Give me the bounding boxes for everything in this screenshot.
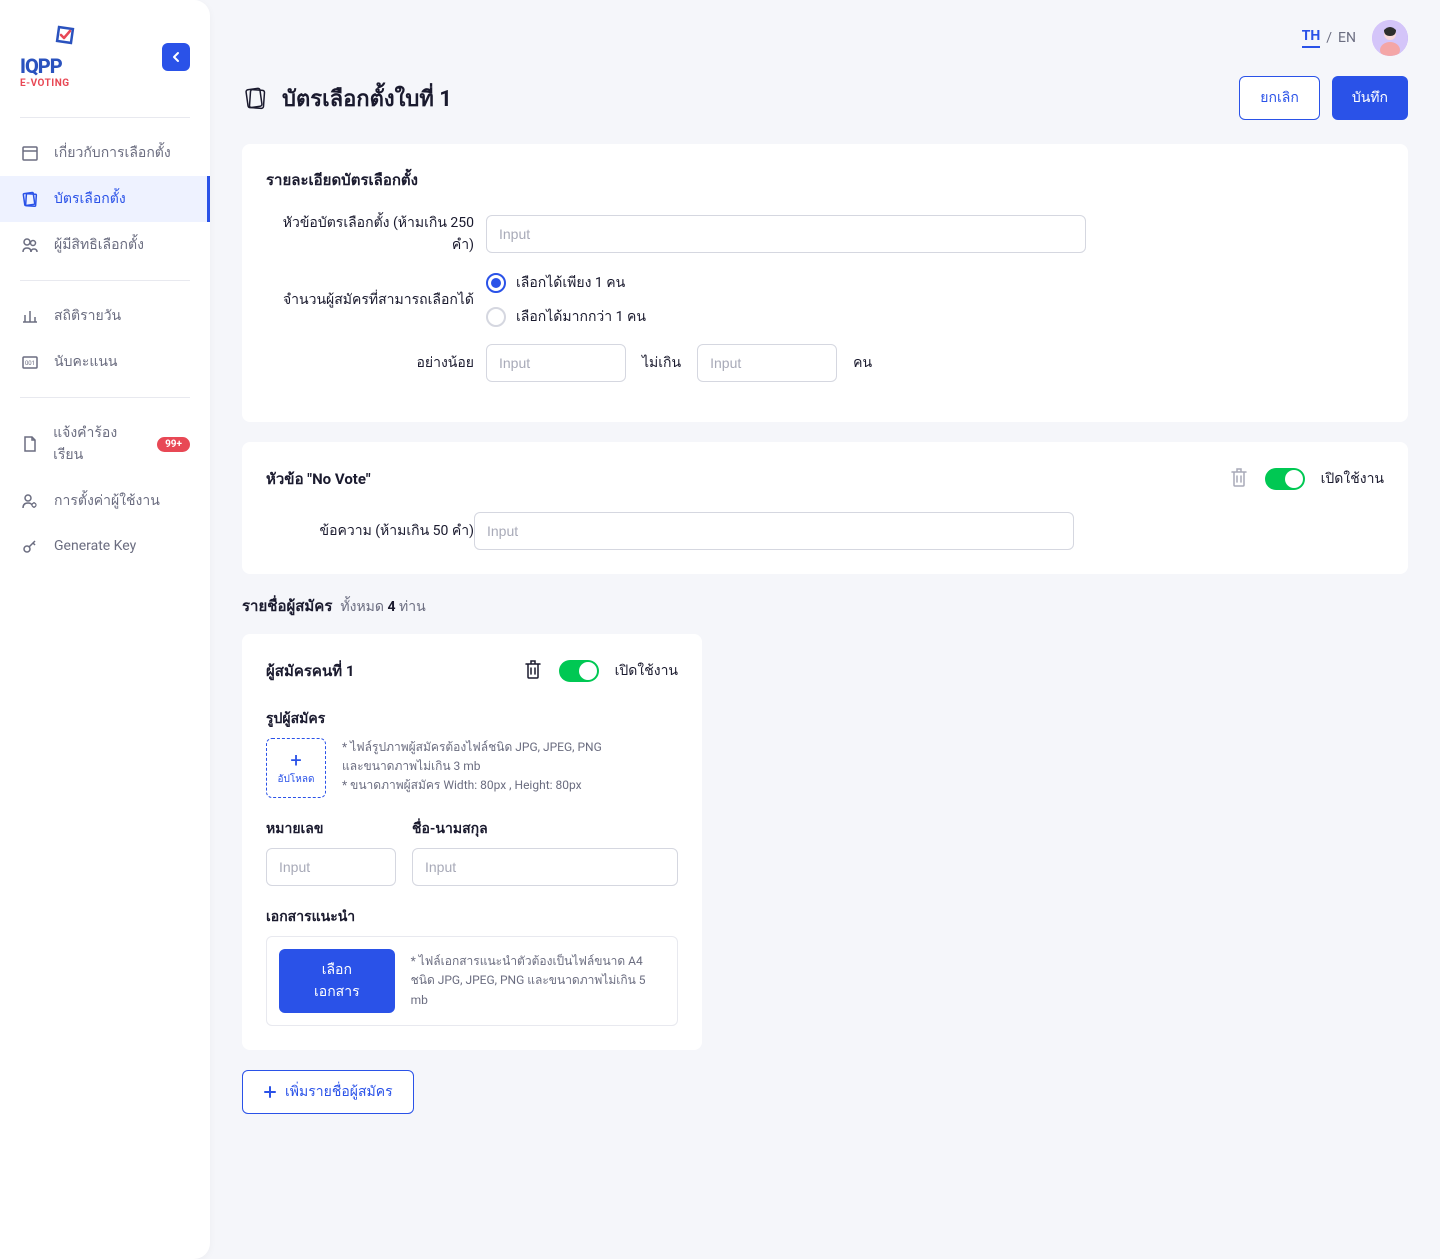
document-icon [20, 434, 39, 454]
plus-icon: + [290, 750, 301, 770]
total-label: ทั้งหมด [340, 599, 384, 615]
users-icon [20, 235, 40, 255]
total-count: 4 [388, 599, 396, 615]
nav-about[interactable]: เกี่ยวกับการเลือกตั้ง [0, 130, 210, 176]
svg-text:001: 001 [25, 360, 35, 367]
nav-label: Generate Key [54, 538, 136, 554]
collapse-sidebar-button[interactable] [162, 43, 190, 71]
trash-icon [523, 658, 543, 680]
candidate-toggle-label: เปิดใช้งาน [615, 660, 678, 682]
candidates-section-header: รายชื่อผู้สมัคร ทั้งหมด 4 ท่าน [242, 594, 1408, 618]
key-icon [20, 536, 40, 556]
page-title: บัตรเลือกตั้งใบที่ 1 [242, 81, 452, 116]
novote-message-label: ข้อความ (ห้ามเกิน 50 คำ) [266, 520, 474, 542]
photo-hints: * ไฟล์รูปภาพผู้สมัครต้องไฟล์ชนิด JPG, JP… [342, 738, 602, 796]
nav-count[interactable]: 001 นับคะแนน [0, 339, 210, 385]
at-most-label: ไม่เกิน [642, 352, 681, 374]
scoreboard-icon: 001 [20, 352, 40, 372]
nav-daily-stats[interactable]: สถิติรายวัน [0, 293, 210, 339]
doc-hints: * ไฟล์เอกสารแนะนำตัวต้องเป็นไฟล์ขนาด A4 … [411, 952, 665, 1010]
radio-icon [486, 307, 506, 327]
topbar: TH / EN [242, 20, 1408, 56]
candidates-title: รายชื่อผู้สมัคร [242, 594, 332, 618]
at-least-label: อย่างน้อย [266, 352, 486, 374]
chevron-left-icon [171, 51, 181, 63]
avatar[interactable] [1372, 20, 1408, 56]
total-unit: ท่าน [399, 599, 426, 615]
radio-label: เลือกได้เพียง 1 คน [516, 272, 625, 294]
delete-candidate-button[interactable] [523, 658, 543, 684]
unit-label: คน [853, 352, 872, 374]
candidate-number-input[interactable] [266, 848, 396, 886]
ballot-details-card: รายละเอียดบัตรเลือกตั้ง หัวข้อบัตรเลือกต… [242, 144, 1408, 422]
nav-complaint[interactable]: แจ้งคำร้องเรียน 99+ [0, 410, 210, 478]
logo: IQPP E-VOTING [20, 24, 76, 89]
candidate-count-label: จำนวนผู้สมัครที่สามารถเลือกได้ [266, 289, 486, 311]
nav-label: นับคะแนน [54, 351, 118, 373]
name-label: ชื่อ-นามสกุล [412, 818, 678, 840]
upload-label: อัปโหลด [278, 772, 315, 787]
novote-toggle[interactable] [1265, 468, 1305, 490]
logo-text: IQPP [20, 54, 62, 78]
language-switcher: TH / EN [1302, 28, 1356, 48]
nav-label: สถิติรายวัน [54, 305, 121, 327]
nav-ballot[interactable]: บัตรเลือกตั้ง [0, 176, 210, 222]
candidate-name-input[interactable] [412, 848, 678, 886]
nav-voters[interactable]: ผู้มีสิทธิเลือกตั้ง [0, 222, 210, 268]
novote-message-input[interactable] [474, 512, 1074, 550]
photo-label: รูปผู้สมัคร [266, 708, 678, 730]
plus-icon [263, 1085, 277, 1099]
ballot-icon [20, 189, 40, 209]
logo-subtext: E-VOTING [20, 78, 70, 89]
section-title: รายละเอียดบัตรเลือกตั้ง [266, 168, 1384, 192]
main-content: TH / EN บัตรเลือกตั้งใบที่ 1 [210, 0, 1440, 1259]
nav-label: แจ้งคำร้องเรียน [53, 422, 143, 466]
user-gear-icon [20, 491, 40, 511]
nav-generate-key[interactable]: Generate Key [0, 524, 210, 568]
nav-label: การตั้งค่าผู้ใช้งาน [54, 490, 160, 512]
number-label: หมายเลข [266, 818, 396, 840]
lang-th[interactable]: TH [1302, 28, 1321, 48]
ballot-title-label: หัวข้อบัตรเลือกตั้ง (ห้ามเกิน 250 คำ) [266, 212, 486, 256]
nav-label: บัตรเลือกตั้ง [54, 188, 126, 210]
radio-label: เลือกได้มากกว่า 1 คน [516, 306, 646, 328]
logo-icon [20, 24, 76, 54]
avatar-icon [1372, 20, 1408, 56]
nav-label: ผู้มีสิทธิเลือกตั้ง [54, 234, 144, 256]
trash-icon [1229, 466, 1249, 488]
novote-toggle-label: เปิดใช้งาน [1321, 468, 1384, 490]
lang-sep: / [1326, 30, 1332, 46]
candidate-card: ผู้สมัครคนที่ 1 เปิดใช้งาน รูปผู้สมัคร +… [242, 634, 702, 1050]
ballot-title-input[interactable] [486, 215, 1086, 253]
max-candidates-input[interactable] [697, 344, 837, 382]
save-button[interactable]: บันทึก [1332, 76, 1408, 120]
candidate-title: ผู้สมัครคนที่ 1 [266, 659, 354, 683]
complaint-badge: 99+ [157, 437, 190, 452]
nav-label: เกี่ยวกับการเลือกตั้ง [54, 142, 171, 164]
nav-settings[interactable]: การตั้งค่าผู้ใช้งาน [0, 478, 210, 524]
no-vote-card: หัวข้อ "No Vote" เปิดใช้งาน ข้อความ (ห้า… [242, 442, 1408, 574]
doc-label: เอกสารแนะนำ [266, 906, 678, 928]
chart-icon [20, 306, 40, 326]
novote-section-title: หัวข้อ "No Vote" [266, 467, 371, 491]
cancel-button[interactable]: ยกเลิก [1239, 76, 1320, 120]
ballot-icon [242, 84, 270, 112]
lang-en[interactable]: EN [1338, 30, 1356, 46]
candidate-toggle[interactable] [559, 660, 599, 682]
calendar-icon [20, 143, 40, 163]
radio-select-one[interactable]: เลือกได้เพียง 1 คน [486, 272, 1086, 294]
min-candidates-input[interactable] [486, 344, 626, 382]
radio-icon [486, 273, 506, 293]
radio-select-many[interactable]: เลือกได้มากกว่า 1 คน [486, 306, 1086, 328]
choose-document-button[interactable]: เลือกเอกสาร [279, 949, 395, 1013]
delete-novote-button[interactable] [1229, 466, 1249, 492]
upload-photo-button[interactable]: + อัปโหลด [266, 738, 326, 798]
sidebar: IQPP E-VOTING เกี่ยวกับการเลือกตั้ง บัตร… [0, 0, 210, 1259]
add-candidate-button[interactable]: เพิ่มรายชื่อผู้สมัคร [242, 1070, 414, 1114]
